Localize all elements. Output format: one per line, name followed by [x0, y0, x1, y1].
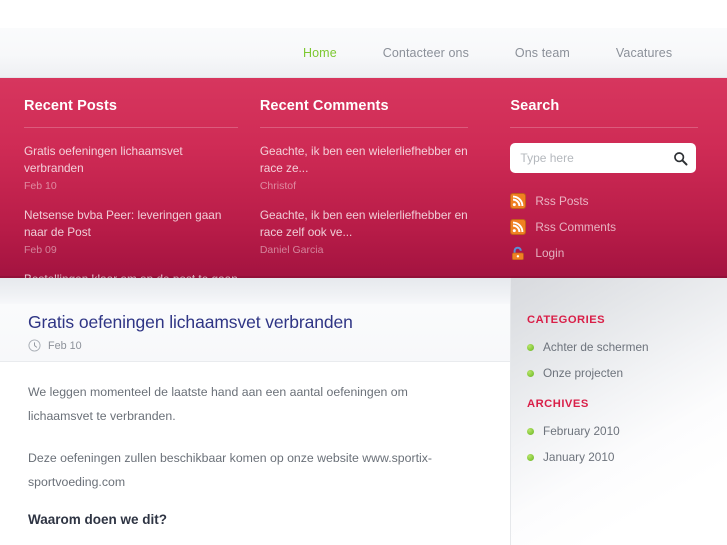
search-heading: Search — [510, 98, 560, 114]
search-box[interactable] — [510, 143, 697, 173]
recent-comments-heading: Recent Comments — [259, 98, 389, 114]
recent-post-title[interactable]: Gratis oefeningen lichaamsvet verbranden — [24, 143, 239, 177]
post-text: We leggen momenteel de laatste hand aan … — [0, 362, 510, 545]
post-content: Gratis oefeningen lichaamsvet verbranden… — [0, 278, 510, 545]
archive-label: February 2010 — [543, 424, 620, 438]
divider — [510, 127, 699, 128]
sidebar-item-achter-de-schermen[interactable]: Achter de schermen — [527, 340, 727, 354]
sidebar-item-onze-projecten[interactable]: Onze projecten — [527, 366, 727, 380]
rss-comments-label: Rss Comments — [535, 220, 617, 234]
post-title[interactable]: Gratis oefeningen lichaamsvet verbranden — [28, 312, 486, 333]
rss-comments-link[interactable]: Rss Comments — [510, 215, 703, 239]
main-navigation: Home Contacteer ons Ons team Vacatures — [0, 28, 727, 78]
content-top-shade — [0, 278, 510, 304]
post-header: Gratis oefeningen lichaamsvet verbranden… — [0, 304, 510, 362]
divider — [259, 127, 468, 128]
recent-post-item[interactable]: Netsense bvba Peer: leveringen gaan naar… — [24, 207, 260, 258]
bullet-icon — [527, 427, 534, 435]
clock-icon — [28, 339, 41, 352]
recent-post-title[interactable]: Netsense bvba Peer: leveringen gaan naar… — [24, 207, 239, 241]
nav-item-vacatures[interactable]: Vacatures — [616, 46, 672, 60]
sidebar-item-february-2010[interactable]: February 2010 — [527, 424, 727, 438]
post-date: Feb 10 — [28, 339, 486, 352]
search-widget: Search Type here Rss Posts Rss Comments … — [510, 98, 703, 278]
post-date-label: Feb 10 — [48, 339, 82, 352]
bullet-icon — [527, 343, 534, 351]
recent-posts-heading: Recent Posts — [24, 98, 118, 114]
archive-label: January 2010 — [543, 450, 615, 464]
archives-heading: ARCHIVES — [527, 398, 589, 410]
post-subheading: Waarom doen we dit? — [28, 512, 168, 527]
divider — [24, 127, 238, 128]
search-input[interactable] — [520, 151, 661, 165]
recent-comment-text[interactable]: Geachte, ik ben een wielerliefhebber en … — [260, 207, 475, 241]
post-paragraph: We leggen momenteel de laatste hand aan … — [28, 385, 408, 423]
recent-comment-item[interactable]: Geachte, ik ben een wielerliefhebber en … — [260, 143, 511, 194]
page-body: Gratis oefeningen lichaamsvet verbranden… — [0, 278, 727, 545]
nav-item-ons-team[interactable]: Ons team — [515, 46, 570, 60]
sidebar-item-january-2010[interactable]: January 2010 — [527, 450, 727, 464]
recent-posts-widget: Recent Posts Gratis oefeningen lichaamsv… — [24, 98, 260, 303]
category-label: Onze projecten — [543, 366, 624, 380]
recent-post-item[interactable]: Gratis oefeningen lichaamsvet verbranden… — [24, 143, 260, 194]
feature-band: Recent Posts Gratis oefeningen lichaamsv… — [0, 78, 727, 303]
recent-comment-author: Christof — [259, 180, 297, 192]
padlock-icon — [510, 245, 526, 261]
login-link[interactable]: Login — [510, 241, 703, 265]
rss-posts-label: Rss Posts — [535, 194, 589, 208]
recent-comment-author: Daniel Garcia — [259, 244, 324, 256]
login-label: Login — [535, 246, 565, 260]
bullet-icon — [527, 453, 534, 461]
recent-post-date: Feb 10 — [24, 180, 57, 192]
bullet-icon — [527, 369, 534, 377]
recent-comment-text[interactable]: Geachte, ik ben een wielerliefhebber en … — [260, 143, 475, 177]
nav-item-home[interactable]: Home — [303, 46, 337, 60]
rss-icon — [510, 219, 527, 235]
magnifier-icon[interactable] — [673, 151, 688, 166]
category-label: Achter de schermen — [543, 340, 649, 354]
post-paragraph: Deze oefeningen zullen beschikbaar komen… — [28, 451, 432, 489]
categories-heading: CATEGORIES — [527, 314, 606, 326]
recent-post-date: Feb 09 — [24, 244, 57, 256]
recent-comment-item[interactable]: Geachte, ik ben een wielerliefhebber en … — [260, 207, 511, 258]
sidebar: CATEGORIES Achter de schermen Onze proje… — [510, 278, 727, 545]
rss-posts-link[interactable]: Rss Posts — [510, 189, 703, 213]
recent-comments-widget: Recent Comments Geachte, ik ben een wiel… — [259, 98, 511, 278]
rss-icon — [510, 193, 527, 209]
nav-item-contacteer-ons[interactable]: Contacteer ons — [383, 46, 469, 60]
header-spacer — [0, 0, 727, 28]
